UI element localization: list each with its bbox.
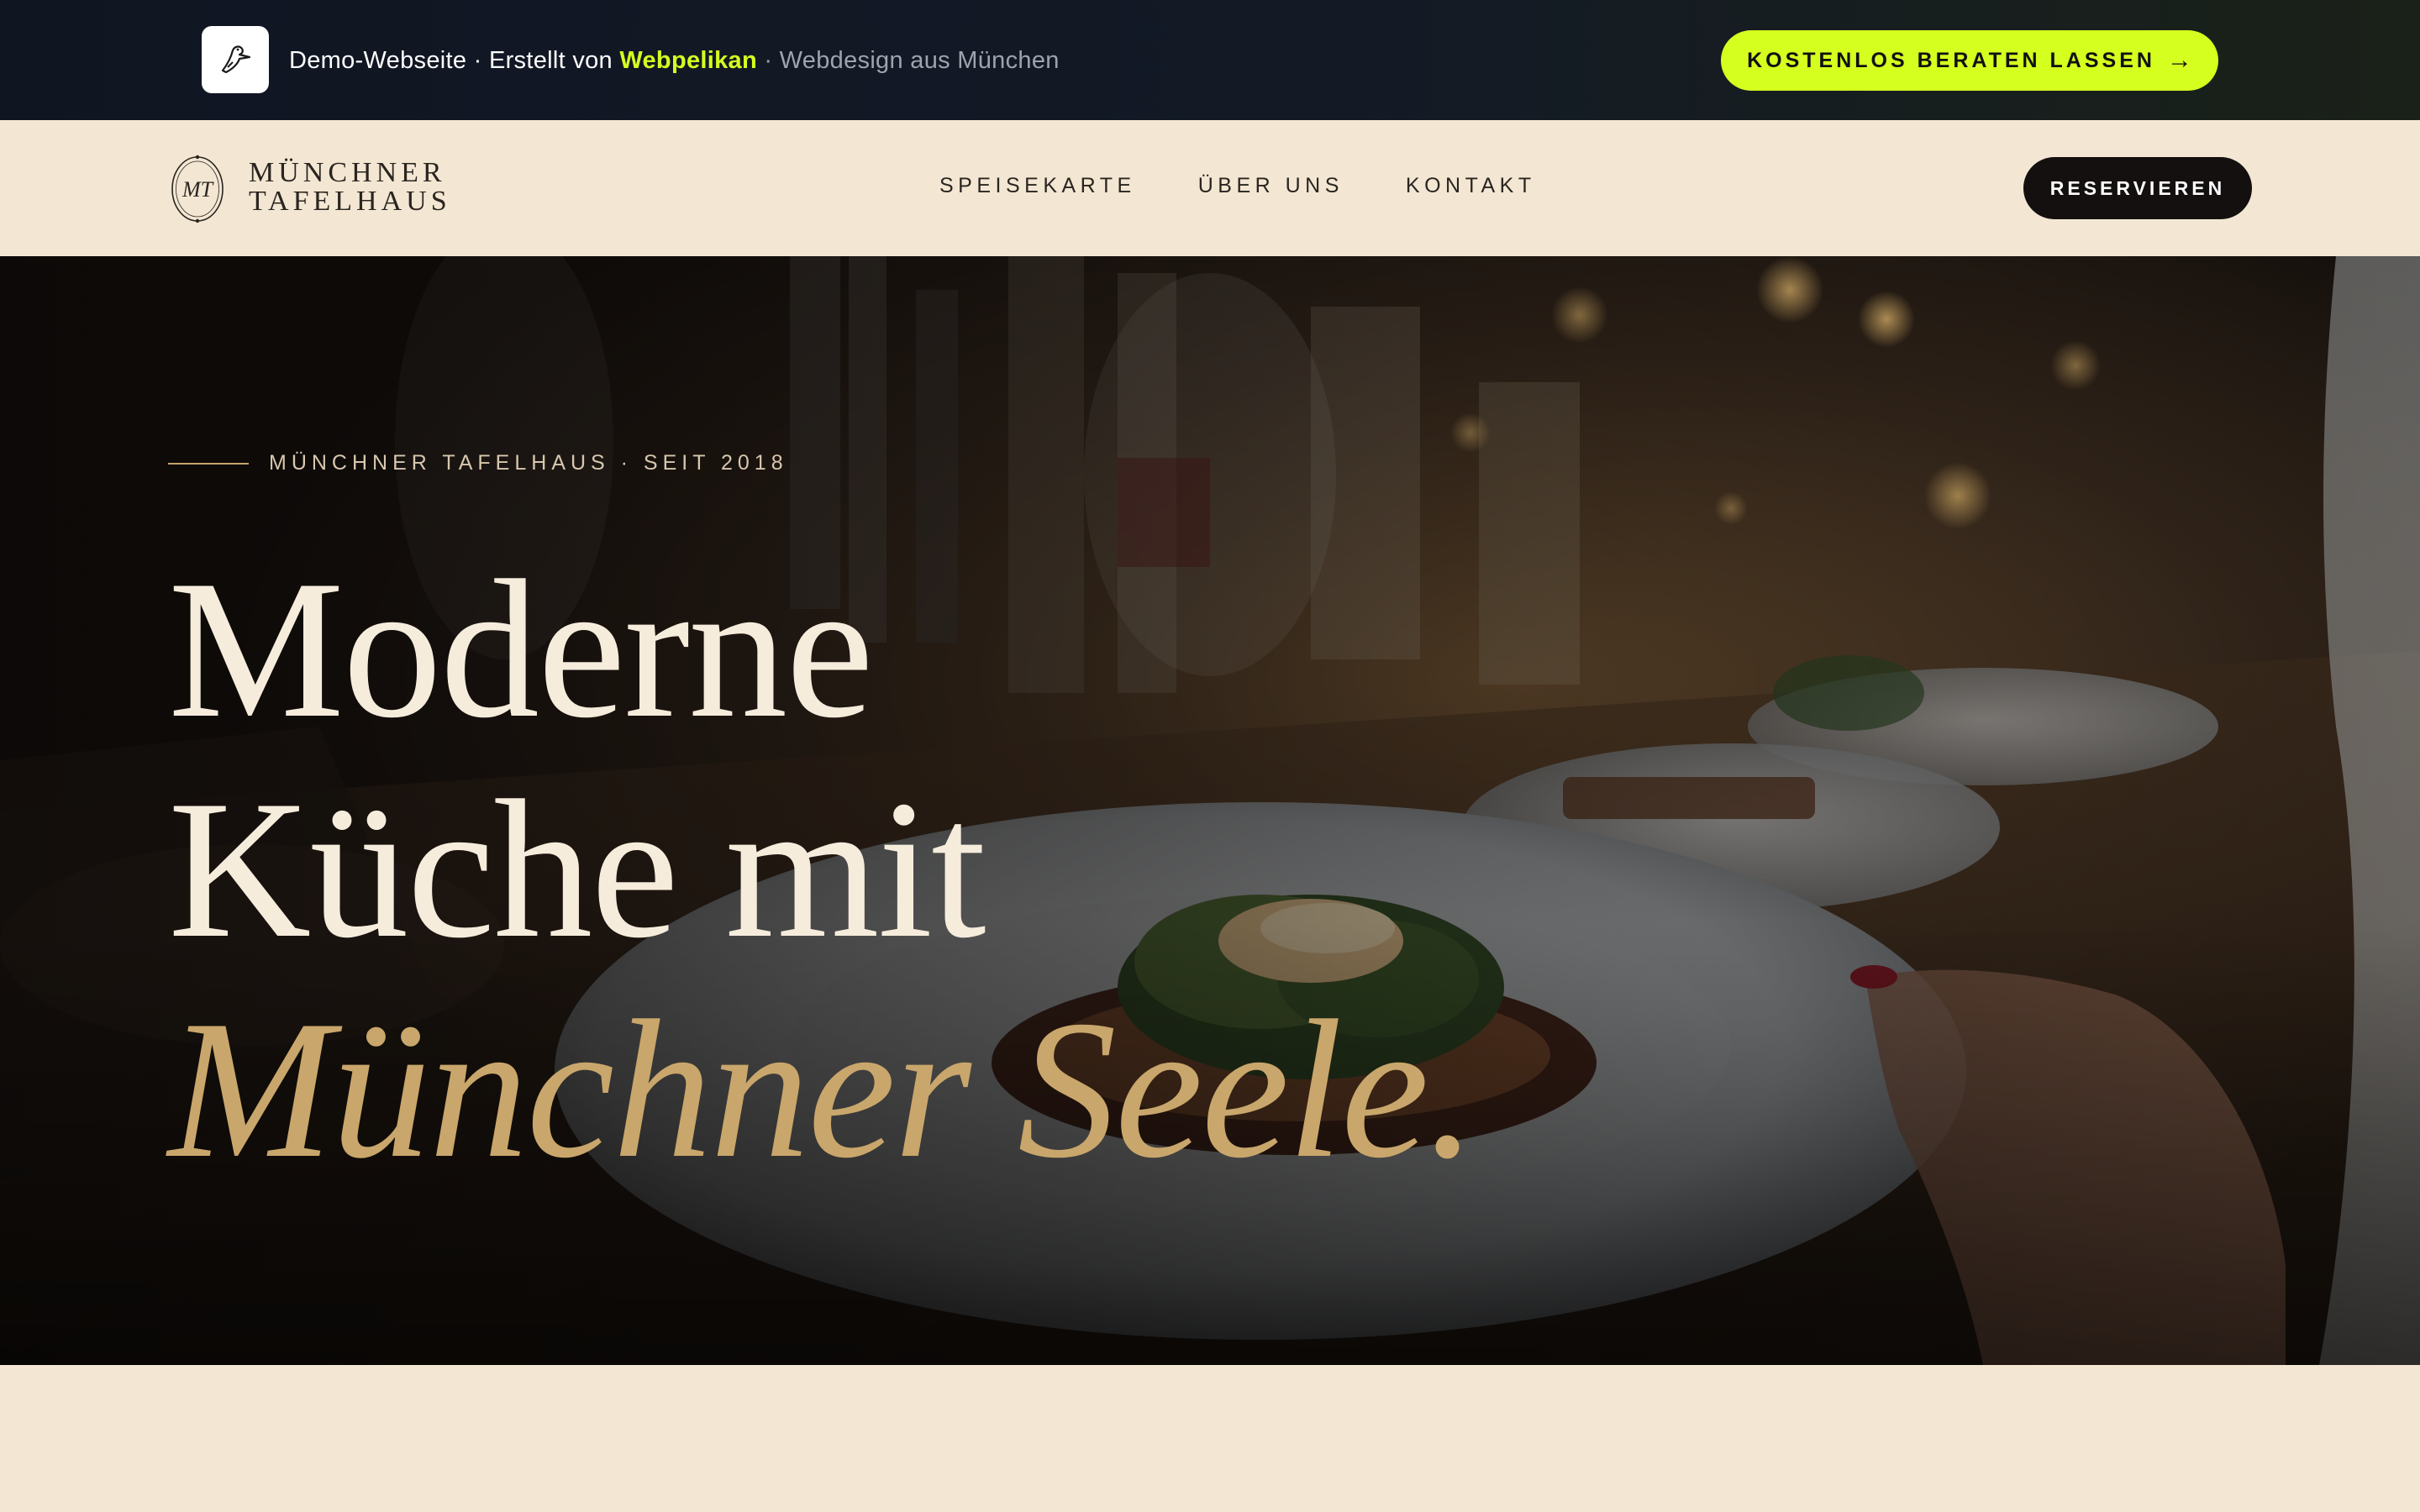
hero-title-line1: Moderne	[168, 540, 874, 759]
brand-name-line2: TAFELHAUS	[249, 186, 451, 217]
eyebrow-text: MÜNCHNER TAFELHAUS · SEIT 2018	[269, 451, 788, 475]
brand-name[interactable]: MÜNCHNER TAFELHAUS	[249, 159, 451, 216]
promo-bar: Demo-Webseite · Erstellt von Webpelikan …	[0, 0, 2420, 120]
brand-logo-icon[interactable]: MT	[170, 154, 225, 224]
promo-text: Demo-Webseite · Erstellt von Webpelikan …	[289, 44, 1060, 77]
brand-name-line1: MÜNCHNER	[249, 157, 446, 188]
hero-eyebrow: MÜNCHNER TAFELHAUS · SEIT 2018	[168, 451, 788, 475]
hero-title-line2: Küche mit	[168, 760, 986, 979]
content-section-start	[0, 1365, 2420, 1512]
arrow-right-icon: →	[2166, 46, 2192, 74]
pelican-icon[interactable]	[202, 26, 269, 93]
hero-title: Moderne Küche mit Münchner Seele.	[168, 540, 1477, 1200]
hero-title-accent: Münchner Seele.	[168, 980, 1477, 1200]
free-consultation-label: KOSTENLOS BERATEN LASSEN	[1747, 48, 2155, 72]
brand-monogram: MT	[182, 177, 214, 202]
promo-suffix-text: · Webdesign aus München	[756, 47, 1060, 74]
nav-link-speisekarte[interactable]: SPEISEKARTE	[939, 174, 1136, 198]
hero-section: MÜNCHNER TAFELHAUS · SEIT 2018 Moderne K…	[0, 256, 2420, 1365]
eyebrow-divider	[168, 462, 249, 465]
main-navigation: MT MÜNCHNER TAFELHAUS SPEISEKARTE ÜBER U…	[0, 120, 2420, 256]
promo-brand-link[interactable]: Webpelikan	[619, 47, 757, 74]
nav-link-ueber-uns[interactable]: ÜBER UNS	[1198, 174, 1344, 198]
free-consultation-button[interactable]: KOSTENLOS BERATEN LASSEN →	[1721, 30, 2218, 91]
reserve-button[interactable]: RESERVIEREN	[2023, 157, 2252, 219]
nav-link-kontakt[interactable]: KONTAKT	[1406, 174, 1536, 198]
promo-demo-text: Demo-Webseite · Erstellt von	[289, 47, 620, 74]
nav-links: SPEISEKARTE ÜBER UNS KONTAKT	[939, 174, 1536, 198]
